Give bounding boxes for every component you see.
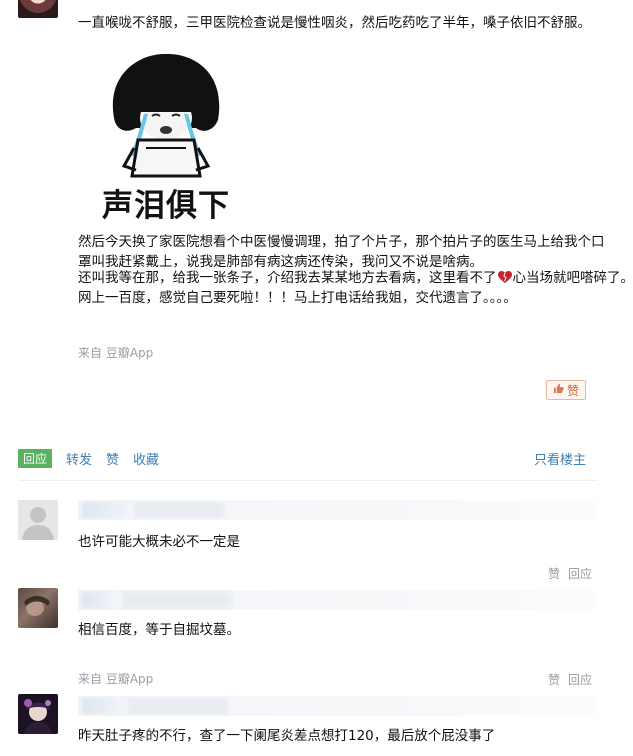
comment-2-actions: 赞 回应 <box>548 671 592 688</box>
only-op-link[interactable]: 只看楼主 <box>534 449 586 468</box>
post-paragraph-4: 网上一百度，感觉自己要死啦！！！马上打电话给我姐，交代遗言了。。。。 <box>78 290 517 306</box>
collect-link[interactable]: 收藏 <box>133 449 159 468</box>
comment-2-text: 相信百度，等于自掘坟墓。 <box>78 622 240 638</box>
user-photo-icon <box>24 596 50 616</box>
post-action-bar: 回应 转发 赞 收藏 只看楼主 <box>18 448 598 468</box>
reply-tag-button[interactable]: 回应 <box>18 448 53 468</box>
section-divider <box>18 480 598 481</box>
crying-meme-icon <box>112 53 220 178</box>
comment-1-like-button[interactable]: 赞 <box>548 565 560 582</box>
post-like-button[interactable]: 赞 <box>546 380 587 400</box>
meme-image: 声泪俱下 <box>96 48 236 224</box>
comment-3-username[interactable] <box>82 698 118 714</box>
post-source: 来自 豆瓣App <box>78 346 154 360</box>
comment-1-reply-button[interactable]: 回应 <box>568 565 592 582</box>
comment-2-source: 来自 豆瓣App <box>78 672 154 686</box>
comment-3-time <box>128 698 228 714</box>
broken-heart-icon <box>497 270 512 290</box>
comment-1-avatar[interactable] <box>18 500 58 540</box>
comment-2-like-button[interactable]: 赞 <box>548 671 560 688</box>
comment-2-time <box>122 592 232 608</box>
comment-2-avatar[interactable] <box>18 588 58 628</box>
meme-caption: 声泪俱下 <box>102 188 230 224</box>
comment-3-avatar[interactable] <box>18 694 58 734</box>
comment-2-username[interactable] <box>82 592 112 608</box>
comment-3-text: 昨天肚子疼的不行，查了一下阑尾炎差点想打120，最后放个屁没事了 <box>78 728 496 744</box>
comment-1-actions: 赞 回应 <box>548 565 592 582</box>
post-line-1: 一直喉咙不舒服，三甲医院检查说是慢性咽炎，然后吃药吃了半年，嗓子依旧不舒服。 <box>78 15 591 31</box>
like-link[interactable]: 赞 <box>106 449 119 468</box>
comment-2-reply-button[interactable]: 回应 <box>568 671 592 688</box>
post-paragraph-3: 还叫我等在那，给我一张条子，介绍我去某某地方去看病，这里看不了 心当场就吧嗒碎了… <box>78 268 633 290</box>
post-paragraph-3a: 还叫我等在那，给我一张条子，介绍我去某某地方去看病，这里看不了 <box>78 270 497 286</box>
default-user-icon <box>18 500 58 540</box>
post-paragraph-3b: 心当场就吧嗒碎了。 <box>512 270 633 286</box>
comment-1-text: 也许可能大概未必不一定是 <box>78 534 240 550</box>
thumb-icon <box>553 383 564 397</box>
op-avatar[interactable] <box>18 0 58 18</box>
post-like-label: 赞 <box>567 383 580 398</box>
post-paragraph-2: 然后今天换了家医院想看个中医慢慢调理，拍了个片子，那个拍片子的医生马上给我个口罩… <box>78 234 605 270</box>
user-photo-icon <box>18 694 58 734</box>
comment-1-username[interactable] <box>82 502 126 518</box>
share-link[interactable]: 转发 <box>66 449 92 468</box>
comment-1-time <box>134 502 224 518</box>
